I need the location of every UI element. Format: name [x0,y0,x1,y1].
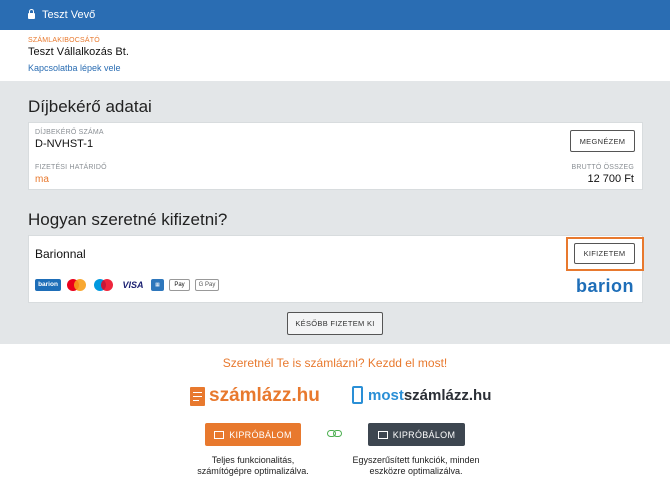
view-invoice-button[interactable]: MEGNÉZEM [570,130,635,152]
mostszamlazz-prefix: most [368,386,404,404]
payment-method-name: Barionnal [35,247,86,261]
amex-icon: ▦ [151,279,164,291]
document-icon [190,386,205,406]
top-bar: Teszt Vevő [0,0,670,30]
desktop-description-line-2: számítógépre optimalizálva. [197,466,309,476]
monitor-icon [214,430,225,439]
mostszamlazz-brand: most számlázz.hu [352,386,491,404]
desktop-description-line-1: Teljes funkcionalitás, [211,455,295,465]
google-pay-icon: G Pay [195,279,219,291]
invoice-number: D-NVHST-1 [35,138,94,150]
szamlazz-brand: számlázz.hu [190,385,320,407]
payment-section-title: Hogyan szeretné kifizetni? [28,210,228,229]
mastercard-icon [66,279,88,291]
phone-icon [352,386,363,404]
contact-link[interactable]: Kapcsolatba lépek vele [28,63,121,73]
gross-amount-value: 12 700 Ft [587,173,634,185]
invoice-section-title: Díjbekérő adatai [28,97,152,116]
issuer-label: SZÁMLAKIBOCSÁTÓ [28,37,100,44]
mostszamlazz-suffix: számlázz.hu [403,386,492,404]
try-desktop-button[interactable]: KIPRÓBÁLOM [205,423,301,446]
visa-logo: VISA [122,280,144,290]
maestro-icon [93,279,115,291]
lock-icon [28,9,35,19]
invoice-number-label: DÍJBEKÉRŐ SZÁMA [35,129,104,136]
buyer-name: Teszt Vevő [42,9,96,21]
link-icon [327,429,343,438]
try-desktop-label: KIPRÓBÁLOM [229,429,292,440]
barion-logo: barion [575,276,634,296]
apple-pay-icon: Pay [169,279,190,291]
issuer-name: Teszt Vállalkozás Bt. [28,46,129,58]
issuer-section: SZÁMLAKIBOCSÁTÓ Teszt Vállalkozás Bt. Ka… [0,30,670,81]
due-date-label: FIZETÉSI HATÁRIDŐ [35,164,107,171]
devices-icon [377,430,388,439]
mobile-description-line-1: Egyszerűsített funkciók, minden [352,455,480,465]
invoice-card: DÍJBEKÉRŐ SZÁMA D-NVHST-1 MEGNÉZEM FIZET… [28,122,643,190]
mobile-description-line-2: eszközre optimalizálva. [369,466,463,476]
barion-small-logo: barion [35,279,61,291]
promo-title: Szeretnél Te is számlázni? Kezdd el most… [222,356,448,370]
due-date-value: ma [35,174,49,185]
szamlazz-brand-text: számlázz.hu [209,385,320,406]
pay-later-button[interactable]: KÉSŐBB FIZETEM KI [287,312,383,335]
mobile-description: Egyszerűsített funkciók, minden eszközre… [336,455,496,477]
gross-amount-label: BRUTTÓ ÖSSZEG [571,164,634,171]
desktop-description: Teljes funkcionalitás, számítógépre opti… [180,455,326,477]
try-mobile-button[interactable]: KIPRÓBÁLOM [368,423,465,446]
card-logos-row: barion VISA ▦ Pay G Pay [35,278,224,292]
try-mobile-label: KIPRÓBÁLOM [392,429,456,440]
payment-method-card: Barionnal KIFIZETEM barion VISA ▦ Pay G … [28,235,644,303]
pay-button[interactable]: KIFIZETEM [574,243,635,264]
